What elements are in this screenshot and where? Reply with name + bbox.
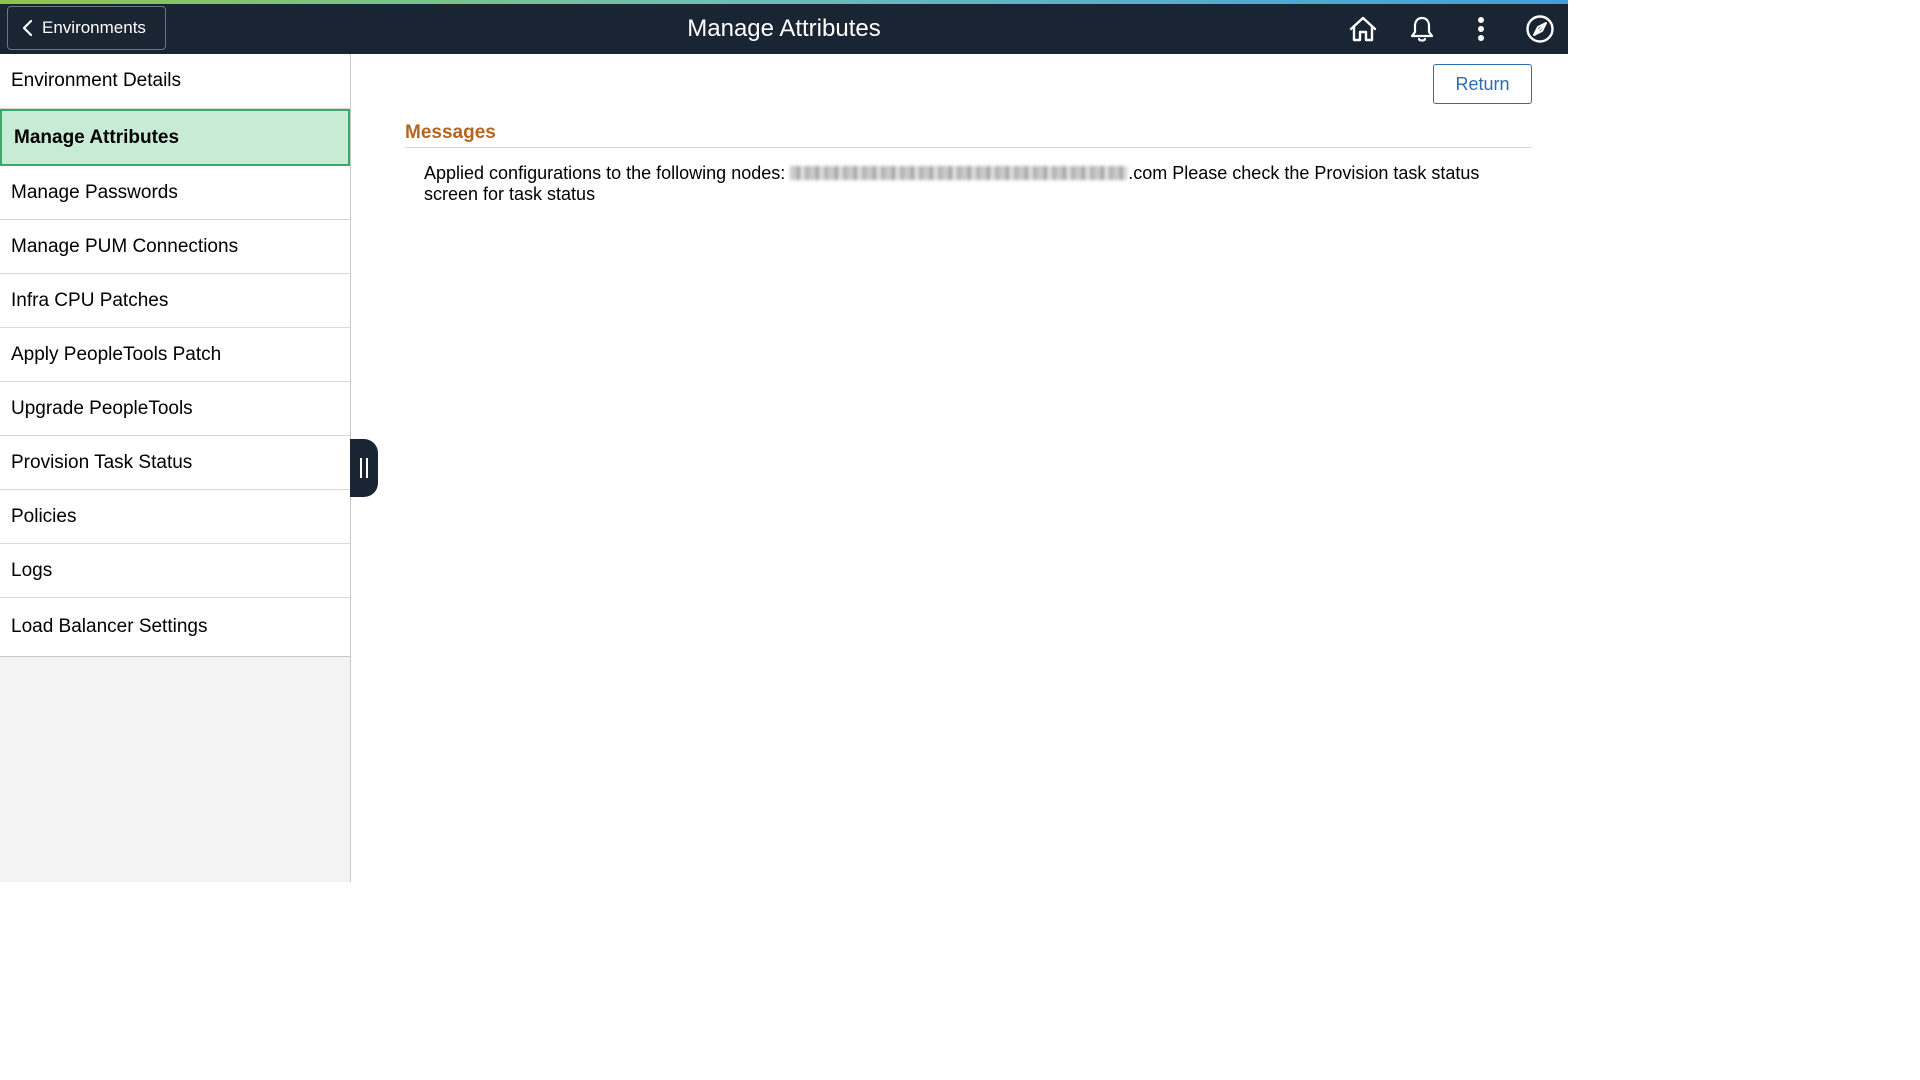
message-prefix: Applied configurations to the following … — [424, 163, 791, 183]
top-header: Environments Manage Attributes — [0, 4, 1568, 54]
navigation-list: Environment Details Manage Attributes Ma… — [0, 54, 350, 657]
sidebar-item-label: Manage Passwords — [11, 181, 178, 203]
drag-handle-icon — [360, 458, 362, 478]
message-body: Applied configurations to the following … — [424, 163, 1534, 205]
sidebar-item-label: Provision Task Status — [11, 451, 193, 473]
compass-icon[interactable] — [1524, 13, 1556, 45]
back-button-label: Environments — [42, 18, 146, 37]
bell-icon[interactable] — [1406, 13, 1438, 45]
sidebar-item-label: Manage PUM Connections — [11, 235, 239, 257]
sidebar-item-policies[interactable]: Policies — [0, 490, 350, 544]
home-icon[interactable] — [1347, 13, 1379, 45]
sidebar-item-environment-details[interactable]: Environment Details — [0, 54, 350, 109]
sidebar-item-label: Environment Details — [11, 70, 182, 91]
messages-heading: Messages — [405, 122, 496, 143]
return-button[interactable]: Return — [1433, 64, 1532, 104]
chevron-left-icon — [22, 19, 33, 37]
sidebar-item-logs[interactable]: Logs — [0, 544, 350, 598]
messages-divider — [405, 147, 1532, 148]
sidebar-item-label: Load Balancer Settings — [11, 616, 208, 637]
sidebar-item-label: Manage Attributes — [14, 126, 180, 148]
sidebar-item-manage-pum-connections[interactable]: Manage PUM Connections — [0, 220, 350, 274]
sidebar-item-apply-peopletools-patch[interactable]: Apply PeopleTools Patch — [0, 328, 350, 382]
sidebar-item-manage-passwords[interactable]: Manage Passwords — [0, 166, 350, 220]
sidebar-item-infra-cpu-patches[interactable]: Infra CPU Patches — [0, 274, 350, 328]
collapse-panel-handle[interactable] — [350, 439, 378, 497]
kebab-menu-icon[interactable] — [1465, 13, 1497, 45]
left-navigation-panel: Environment Details Manage Attributes Ma… — [0, 54, 351, 882]
sidebar-item-label: Logs — [11, 559, 53, 581]
sidebar-item-label: Infra CPU Patches — [11, 289, 169, 311]
sidebar-item-manage-attributes[interactable]: Manage Attributes — [0, 109, 350, 166]
sidebar-item-upgrade-peopletools[interactable]: Upgrade PeopleTools — [0, 382, 350, 436]
sidebar-item-label: Upgrade PeopleTools — [11, 397, 193, 419]
sidebar-item-label: Apply PeopleTools Patch — [11, 343, 222, 365]
back-to-environments-button[interactable]: Environments — [7, 6, 166, 50]
redacted-node-name — [790, 166, 1129, 180]
sidebar-item-provision-task-status[interactable]: Provision Task Status — [0, 436, 350, 490]
sidebar-item-label: Policies — [11, 505, 77, 527]
page-title: Manage Attributes — [687, 15, 881, 42]
sidebar-item-load-balancer-settings[interactable]: Load Balancer Settings — [0, 598, 350, 656]
